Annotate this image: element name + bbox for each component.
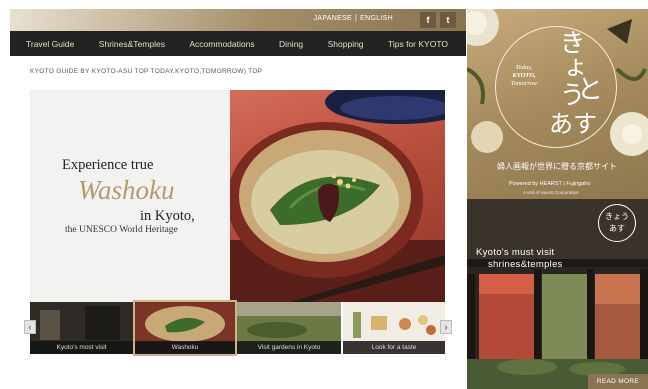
taste-thumb-image [343, 302, 445, 342]
banner-title: Kyoto's must visit shrines&temples [476, 247, 563, 270]
logo-kana-to: と [577, 75, 604, 105]
nav-shopping[interactable]: Shopping [328, 39, 364, 49]
thumb-gardens[interactable]: Visit gardens in Kyoto [237, 302, 341, 354]
top-bar: JAPANESE | ENGLISH f t [10, 9, 466, 31]
lang-english-link[interactable]: ENGLISH [360, 15, 393, 22]
corp-note: A unit of Hearst Corporation [523, 190, 579, 195]
hero-slide[interactable]: Experience true Washoku in Kyoto, the UN… [30, 90, 445, 302]
logo-kana-asu: あす [549, 110, 597, 138]
thumb-washoku[interactable]: Washoku [133, 300, 237, 356]
hero-image-washoku [227, 90, 445, 302]
carousel-thumbnails: Kyoto's most visit Washoku Visit gardens… [30, 300, 445, 356]
powered-by: Powered by HEARST | Fujingaho [509, 181, 591, 187]
hero-line-4: the UNESCO World Heritage [65, 225, 178, 235]
nav-travel-guide[interactable]: Travel Guide [26, 39, 74, 49]
kyoto-asu-mini-logo: きょう あす [598, 204, 636, 242]
thumb-caption: Look for a taste [343, 341, 445, 354]
thumb-caption: Kyoto's most visit [30, 341, 133, 354]
nav-shrines-temples[interactable]: Shrines&Temples [99, 39, 165, 49]
main-nav: Travel Guide Shrines&Temples Accommodati… [10, 31, 466, 56]
washoku-thumb-image [135, 302, 235, 342]
today-kyoto-tomorrow: Today, KYOTO, Tomorrow [510, 64, 538, 87]
hero-title: Washoku [78, 175, 175, 205]
nav-tips-for-kyoto[interactable]: Tips for KYOTO [388, 39, 448, 49]
soup-bowl-image [227, 90, 445, 302]
shrines-temples-banner[interactable]: きょう あす Kyoto's must visit shrines&temple… [467, 199, 648, 389]
nav-accommodations[interactable]: Accommodations [189, 39, 254, 49]
carousel-next-button[interactable]: › [440, 320, 452, 334]
twitter-icon[interactable]: t [440, 12, 456, 28]
lang-japanese-link[interactable]: JAPANESE [314, 15, 352, 22]
facebook-icon[interactable]: f [420, 12, 436, 28]
hero-text-panel: Experience true Washoku in Kyoto, the UN… [30, 90, 230, 302]
kyoto-asu-banner[interactable]: Today, KYOTO, Tomorrow きょう と あす 婦人画報が世界に… [467, 9, 648, 199]
thumb-caption: Washoku [135, 341, 235, 354]
thumb-taste[interactable]: Look for a taste [343, 302, 445, 354]
thumb-caption: Visit gardens in Kyoto [237, 341, 341, 354]
thumb-kyoto-most-visit[interactable]: Kyoto's most visit [30, 302, 133, 354]
garden-thumb-image [237, 302, 341, 342]
read-more-button[interactable]: READ MORE [587, 374, 648, 389]
temple-thumb-image [30, 302, 133, 342]
language-switch: JAPANESE | ENGLISH [313, 15, 393, 22]
carousel-prev-button[interactable]: ‹ [24, 320, 36, 334]
breadcrumb[interactable]: KYOTO GUIDE BY KYOTO-ASU TOP TODAY,KYOTO… [30, 68, 262, 75]
hero-line-3: in Kyoto, [140, 208, 195, 224]
banner-subtitle: 婦人画報が世界に贈る京都サイト [497, 162, 617, 171]
nav-dining[interactable]: Dining [279, 39, 303, 49]
hero-line-1: Experience true [62, 157, 154, 173]
